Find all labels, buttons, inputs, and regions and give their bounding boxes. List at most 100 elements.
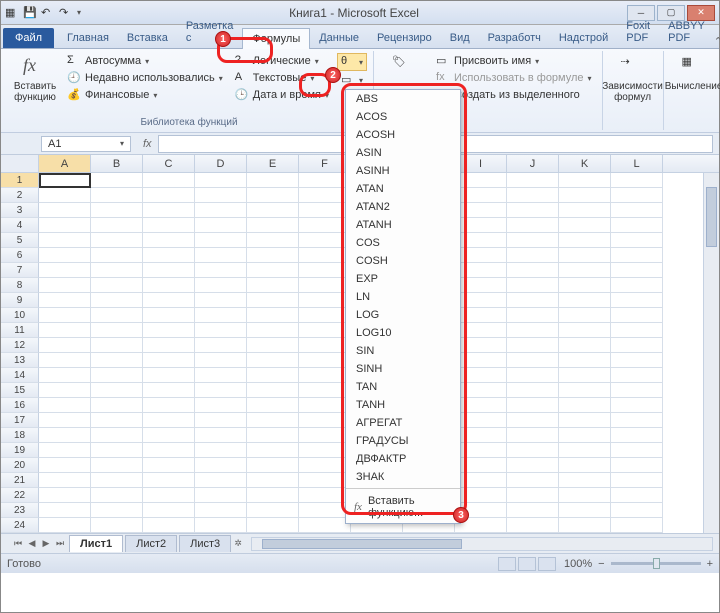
- cell[interactable]: [195, 353, 247, 368]
- cell[interactable]: [611, 458, 663, 473]
- row-header[interactable]: 2: [1, 188, 39, 203]
- cell[interactable]: [611, 413, 663, 428]
- row-header[interactable]: 5: [1, 233, 39, 248]
- cell[interactable]: [247, 518, 299, 533]
- cell[interactable]: [247, 323, 299, 338]
- cell[interactable]: [91, 368, 143, 383]
- cell[interactable]: [247, 188, 299, 203]
- cell[interactable]: [559, 443, 611, 458]
- cell[interactable]: [299, 353, 351, 368]
- cell[interactable]: [559, 488, 611, 503]
- cell[interactable]: [559, 218, 611, 233]
- cell[interactable]: [507, 278, 559, 293]
- cell[interactable]: [611, 188, 663, 203]
- cell[interactable]: [299, 443, 351, 458]
- vertical-scrollbar[interactable]: [703, 173, 719, 533]
- cell[interactable]: [39, 248, 91, 263]
- cell[interactable]: [195, 458, 247, 473]
- cell[interactable]: [507, 338, 559, 353]
- cell[interactable]: [299, 233, 351, 248]
- cell[interactable]: [247, 473, 299, 488]
- cell[interactable]: [39, 428, 91, 443]
- cell[interactable]: [91, 488, 143, 503]
- col-header-C[interactable]: C: [143, 155, 195, 172]
- cell[interactable]: [507, 488, 559, 503]
- assign-name-button[interactable]: ▭Присвоить имя▾: [432, 53, 596, 69]
- cell[interactable]: [247, 443, 299, 458]
- row-header[interactable]: 16: [1, 398, 39, 413]
- cell[interactable]: [143, 398, 195, 413]
- cell[interactable]: [195, 488, 247, 503]
- tab-view[interactable]: Вид: [441, 28, 479, 48]
- cell[interactable]: [299, 398, 351, 413]
- cell[interactable]: [247, 383, 299, 398]
- col-header-E[interactable]: E: [247, 155, 299, 172]
- cell[interactable]: [39, 278, 91, 293]
- tab-data[interactable]: Данные: [310, 28, 368, 48]
- dropdown-item[interactable]: ДВФАКТР: [346, 450, 460, 468]
- cell[interactable]: [507, 248, 559, 263]
- row-header[interactable]: 22: [1, 488, 39, 503]
- cell[interactable]: [195, 203, 247, 218]
- cell[interactable]: [247, 293, 299, 308]
- autosum-button[interactable]: ΣАвтосумма▾: [63, 53, 227, 69]
- dropdown-item[interactable]: LN: [346, 288, 460, 306]
- cell[interactable]: [611, 323, 663, 338]
- insert-function-button[interactable]: fx Вставить функцию: [11, 53, 59, 115]
- cell[interactable]: [91, 233, 143, 248]
- row-header[interactable]: 24: [1, 518, 39, 533]
- cell[interactable]: [91, 218, 143, 233]
- tab-developer[interactable]: Разработч: [479, 28, 550, 48]
- cell[interactable]: [611, 203, 663, 218]
- cell[interactable]: [611, 263, 663, 278]
- cell[interactable]: [455, 488, 507, 503]
- cell[interactable]: [611, 218, 663, 233]
- sheet-nav-prev[interactable]: ◀: [25, 538, 39, 549]
- cell[interactable]: [247, 428, 299, 443]
- cell[interactable]: [91, 293, 143, 308]
- cell[interactable]: [143, 188, 195, 203]
- cell[interactable]: [559, 308, 611, 323]
- cell[interactable]: [507, 383, 559, 398]
- cell[interactable]: [91, 173, 143, 188]
- name-box[interactable]: A1 ▾: [41, 136, 131, 152]
- cell[interactable]: [143, 428, 195, 443]
- cell[interactable]: [247, 413, 299, 428]
- cell[interactable]: [195, 188, 247, 203]
- row-header[interactable]: 8: [1, 278, 39, 293]
- cell[interactable]: [299, 473, 351, 488]
- cell[interactable]: [507, 503, 559, 518]
- zoom-knob[interactable]: [653, 558, 660, 569]
- cell[interactable]: [455, 353, 507, 368]
- dropdown-item[interactable]: ASIN: [346, 144, 460, 162]
- cell[interactable]: [91, 443, 143, 458]
- cell[interactable]: [195, 413, 247, 428]
- cell[interactable]: [195, 218, 247, 233]
- cell[interactable]: [247, 503, 299, 518]
- cell[interactable]: [39, 203, 91, 218]
- cell[interactable]: [559, 323, 611, 338]
- cell[interactable]: [195, 473, 247, 488]
- cell[interactable]: [91, 323, 143, 338]
- ribbon-minimize-icon[interactable]: ⌃: [714, 35, 720, 48]
- cell[interactable]: [559, 248, 611, 263]
- cell[interactable]: [559, 293, 611, 308]
- cell[interactable]: [195, 383, 247, 398]
- view-normal-button[interactable]: [498, 557, 516, 571]
- cell[interactable]: [455, 413, 507, 428]
- dropdown-item[interactable]: TANH: [346, 396, 460, 414]
- cell[interactable]: [611, 503, 663, 518]
- cell[interactable]: [195, 233, 247, 248]
- row-header[interactable]: 1: [1, 173, 39, 188]
- cell[interactable]: [39, 473, 91, 488]
- fx-label[interactable]: fx: [137, 138, 158, 150]
- cell[interactable]: [299, 383, 351, 398]
- cell[interactable]: [507, 308, 559, 323]
- col-header-I[interactable]: I: [455, 155, 507, 172]
- cell[interactable]: [611, 353, 663, 368]
- cell[interactable]: [195, 518, 247, 533]
- cell[interactable]: [91, 383, 143, 398]
- view-layout-button[interactable]: [518, 557, 536, 571]
- cell[interactable]: [91, 503, 143, 518]
- cell[interactable]: [247, 278, 299, 293]
